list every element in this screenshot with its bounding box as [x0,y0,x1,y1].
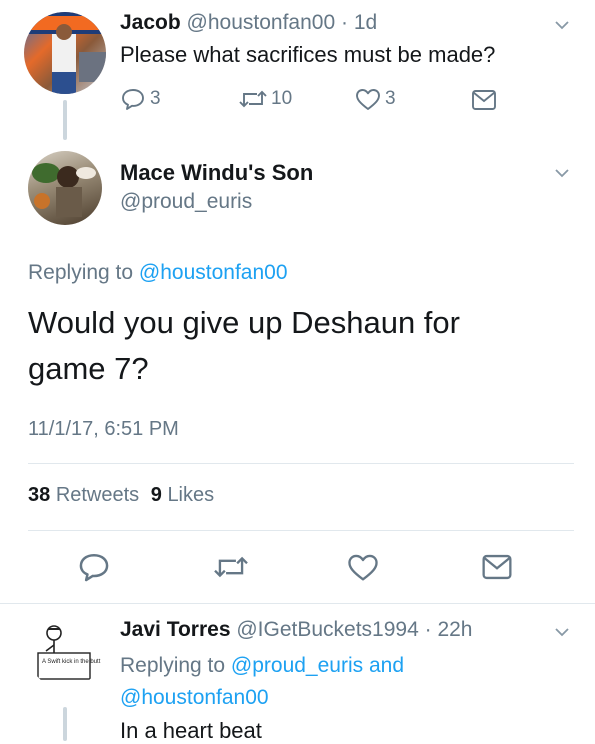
tweet1-actions: 3 10 3 [120,86,520,114]
tweet3-time[interactable]: 22h [437,618,472,641]
main-handle[interactable]: @proud_euris [120,190,252,214]
avatar-javi-torres[interactable]: A Swift kick in the butt [28,615,102,689]
tweet1-header: Jacob @houstonfan00 · 1d [120,11,377,35]
tweet1-retweet-count: 10 [271,88,293,109]
tweet3-replying-prefix: Replying to [120,654,226,677]
tweet3-replying-line: Replying to @proud_euris and @houstonfan… [120,650,404,714]
main-stats: 38 Retweets 9 Likes [28,484,214,507]
chevron-down-icon[interactable] [553,16,571,34]
envelope-icon[interactable] [480,552,514,582]
divider [28,530,574,531]
main-timestamp[interactable]: 11/1/17, 6:51 PM [28,418,179,441]
tweet1-retweet-button[interactable]: 10 [238,86,292,112]
main-text-line2: game 7? [28,351,149,386]
retweet-count: 38 [28,484,51,506]
reply-icon[interactable] [77,550,111,584]
retweet-label[interactable]: Retweets [56,484,139,506]
tweet1-name[interactable]: Jacob [120,11,181,34]
tweet1-text: Please what sacrifices must be made? [120,42,496,67]
main-replying-handle[interactable]: @houstonfan00 [139,261,288,284]
avatar-sign-text: A Swift kick in the butt [42,659,101,665]
retweet-icon [239,90,267,108]
tweet3-replying-handle1[interactable]: @proud_euris [231,654,363,677]
heart-icon [356,89,380,110]
main-name[interactable]: Mace Windu's Son [120,160,313,186]
tweet1-reply-button[interactable]: 3 [120,86,161,112]
tweet1-handle[interactable]: @houstonfan00 [187,11,336,34]
tweet1-like-button[interactable]: 3 [354,86,396,112]
tweet3-header: Javi Torres @IGetBuckets1994 · 22h [120,618,473,642]
tweet3-text: In a heart beat [120,718,262,743]
thread-line-3 [63,707,67,741]
like-count: 9 [150,484,162,506]
avatar-jacob-art [24,12,106,94]
tweet3-replying-handle2[interactable]: @houstonfan00 [120,686,269,709]
tweet1-reply-count: 3 [150,88,161,109]
chevron-down-icon[interactable] [553,164,571,182]
main-text-line1: Would you give up Deshaun for [28,305,460,340]
tweet3-replying-and[interactable]: and [369,654,404,677]
envelope-icon [472,90,496,110]
divider [0,603,595,604]
main-replying-prefix: Replying to [28,261,134,284]
like-label[interactable]: Likes [167,484,214,506]
tweet3-dot: · [418,618,438,641]
retweet-icon[interactable] [212,551,250,583]
heart-icon[interactable] [345,551,381,583]
tweet1-dm-button[interactable] [470,88,498,112]
avatar-javi-art: A Swift kick in the butt [37,625,101,680]
tweet1-time[interactable]: 1d [354,11,377,34]
thread-line-1 [63,100,67,140]
tweet1-like-count: 3 [385,88,396,109]
reply-icon [122,89,144,110]
main-text: Would you give up Deshaun for game 7? [28,300,460,392]
avatar-mace-windus-son[interactable] [28,151,102,225]
avatar-jacob[interactable] [24,12,106,94]
avatar-mace-art [32,163,96,217]
chevron-down-icon[interactable] [553,623,571,641]
tweet1-dot: · [335,11,354,34]
main-replying-line: Replying to @houstonfan00 [28,261,288,285]
divider [28,463,574,464]
tweet3-name[interactable]: Javi Torres [120,618,231,641]
tweet3-handle[interactable]: @IGetBuckets1994 [236,618,418,641]
